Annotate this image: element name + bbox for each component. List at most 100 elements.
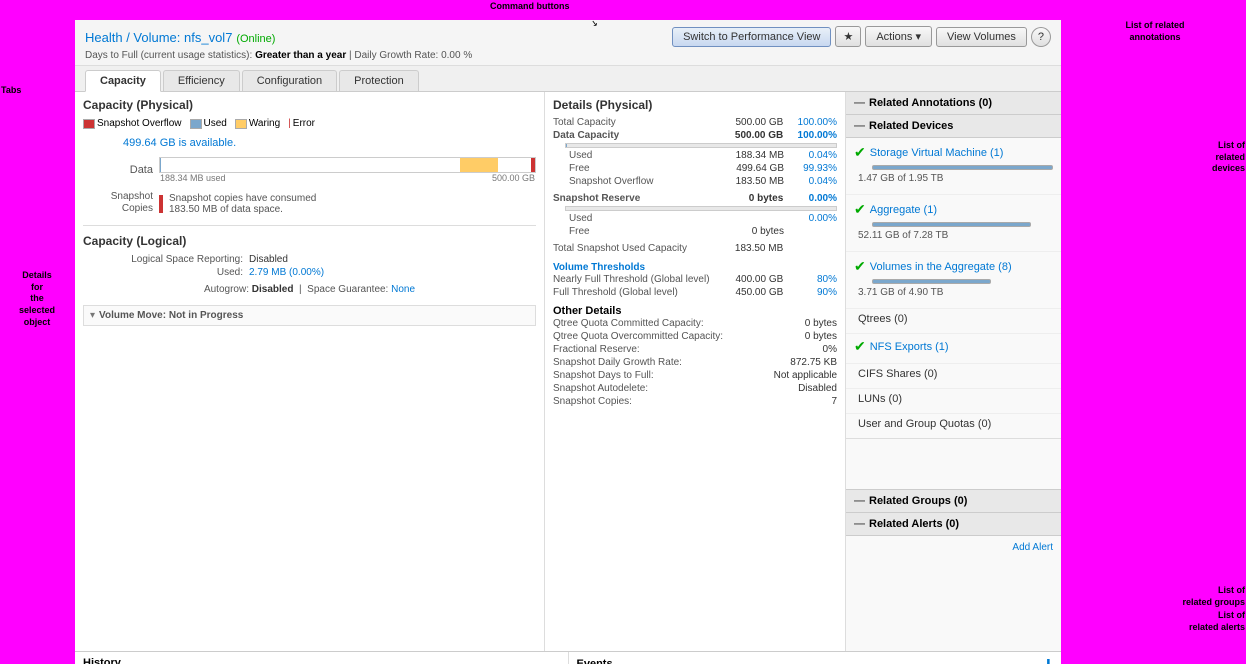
- user-group-quotas-item: User and Group Quotas (0): [854, 418, 1053, 430]
- related-groups-header: — Related Groups (0): [846, 489, 1061, 513]
- collapse-icon[interactable]: ▾: [90, 310, 95, 321]
- volume-thresholds-link[interactable]: Volume Thresholds: [553, 262, 645, 273]
- annotations-collapse-icon[interactable]: —: [854, 97, 865, 109]
- capacity-legend: Snapshot Overflow Used Waring | Error: [83, 118, 536, 129]
- switch-performance-btn[interactable]: Switch to Performance View: [672, 27, 831, 47]
- qtree-committed-row: Qtree Quota Committed Capacity: 0 bytes: [553, 317, 837, 330]
- available-text: 499.64 GB is available.: [123, 137, 536, 149]
- volumes-aggregate-item: ✔ Volumes in the Aggregate (8): [854, 258, 1053, 275]
- snapshot-reserve-row: Snapshot Reserve 0 bytes 0.00%: [553, 192, 837, 205]
- cifs-shares-item: CIFS Shares (0): [854, 368, 1053, 380]
- other-details-title: Other Details: [553, 305, 837, 317]
- capacity-physical-section: Capacity (Physical) Snapshot Overflow Us…: [83, 98, 536, 215]
- storage-vm-check-icon: ✔: [854, 144, 866, 161]
- full-threshold-row: Full Threshold (Global level) 450.00 GB …: [553, 286, 837, 299]
- tab-capacity[interactable]: Capacity: [85, 70, 161, 92]
- add-alert-section: Add Alert: [846, 536, 1061, 544]
- nfs-exports-check-icon: ✔: [854, 338, 866, 355]
- storage-vm-section: ✔ Storage Virtual Machine (1) 1.47 GB of…: [846, 138, 1061, 195]
- storage-vm-progress-bar: [872, 165, 1053, 170]
- groups-collapse-icon[interactable]: —: [854, 495, 865, 507]
- days-to-full: Days to Full (current usage statistics):…: [85, 50, 1051, 61]
- data-capacity-row: Data Capacity 500.00 GB 100.00%: [553, 129, 837, 142]
- details-physical-title: Details (Physical): [553, 98, 837, 112]
- history-title: History: [83, 657, 560, 664]
- bottom-section: History Show: Volume Capacity Used 1w 1m…: [75, 651, 1061, 664]
- logical-space-reporting-row: Logical Space Reporting: Disabled: [83, 254, 536, 265]
- nfs-exports-section: ✔ NFS Exports (1): [846, 334, 1061, 364]
- nfs-exports-item: ✔ NFS Exports (1): [854, 338, 1053, 355]
- user-group-quotas-section: User and Group Quotas (0): [846, 414, 1061, 439]
- space-guarantee-link[interactable]: None: [391, 284, 415, 295]
- favorite-btn[interactable]: ★: [835, 26, 861, 47]
- volumes-aggregate-progress-bar: [872, 279, 991, 284]
- help-btn[interactable]: ?: [1031, 27, 1051, 47]
- nearly-full-row: Nearly Full Threshold (Global level) 400…: [553, 273, 837, 286]
- snapshot-row: SnapshotCopies Snapshot copies have cons…: [83, 191, 536, 215]
- alerts-collapse-icon[interactable]: —: [854, 518, 865, 530]
- storage-vm-link[interactable]: Storage Virtual Machine (1): [870, 147, 1004, 159]
- volumes-aggregate-link[interactable]: Volumes in the Aggregate (8): [870, 261, 1012, 273]
- luns-item: LUNs (0): [854, 393, 1053, 405]
- related-devices-header: — Related Devices: [846, 115, 1061, 138]
- devices-collapse-icon[interactable]: —: [854, 120, 865, 132]
- add-alert-link[interactable]: Add Alert: [1012, 542, 1053, 553]
- aggregate-link[interactable]: Aggregate (1): [870, 204, 937, 216]
- tab-configuration[interactable]: Configuration: [242, 70, 337, 91]
- snapshot-days-row: Snapshot Days to Full: Not applicable: [553, 369, 837, 382]
- view-volumes-btn[interactable]: View Volumes: [936, 27, 1027, 47]
- data-bar: [159, 157, 536, 173]
- capacity-physical-title: Capacity (Physical): [83, 98, 536, 112]
- history-panel: History Show: Volume Capacity Used 1w 1m…: [75, 652, 569, 664]
- storage-vm-usage: 1.47 GB of 1.95 TB: [858, 173, 1053, 184]
- volumes-aggregate-section: ✔ Volumes in the Aggregate (8) 3.71 GB o…: [846, 252, 1061, 309]
- details-physical-section: Details (Physical) Total Capacity 500.00…: [553, 98, 837, 408]
- legend-warning: Waring: [235, 118, 280, 129]
- used-row: Used 188.34 MB 0.04%: [553, 149, 837, 162]
- snapshot-overflow-row: Snapshot Overflow 183.50 MB 0.04%: [553, 175, 837, 188]
- actions-btn[interactable]: Actions ▾: [865, 26, 932, 47]
- command-buttons: Switch to Performance View ★ Actions ▾ V…: [672, 26, 1051, 47]
- aggregate-section: ✔ Aggregate (1) 52.11 GB of 7.28 TB: [846, 195, 1061, 252]
- bar-labels: 188.34 MB used 500.00 GB: [159, 173, 536, 183]
- volumes-aggregate-usage: 3.71 GB of 4.90 TB: [858, 287, 1053, 298]
- luns-section: LUNs (0): [846, 389, 1061, 414]
- snapshot-used-row: Used 0.00%: [553, 212, 837, 225]
- page-title: Health / Volume: nfs_vol7 (Online): [85, 29, 275, 45]
- related-annotations-header: — Related Annotations (0): [846, 92, 1061, 115]
- data-bar-row: Data 188.34 MB used 500.00 GB: [83, 157, 536, 183]
- sidebar: — Related Annotations (0) — Related Devi…: [846, 92, 1061, 651]
- snapshot-copies-detail-row: Snapshot Copies: 7: [553, 395, 837, 408]
- autogrow-row: Autogrow: Disabled | Space Guarantee: No…: [83, 284, 536, 295]
- right-panel: Details (Physical) Total Capacity 500.00…: [545, 92, 846, 651]
- capacity-logical-section: Capacity (Logical) Logical Space Reporti…: [83, 234, 536, 295]
- volume-move: ▾ Volume Move: Not in Progress: [83, 305, 536, 326]
- events-filter-icon[interactable]: ⬇: [1044, 657, 1053, 664]
- page-header: Health / Volume: nfs_vol7 (Online) Switc…: [75, 20, 1061, 66]
- snapshot-autodelete-row: Snapshot Autodelete: Disabled: [553, 382, 837, 395]
- snapshot-label: SnapshotCopies: [83, 191, 153, 215]
- related-alerts-header: — Related Alerts (0): [846, 513, 1061, 536]
- legend-error: | Error: [288, 118, 315, 129]
- cifs-shares-section: CIFS Shares (0): [846, 364, 1061, 389]
- aggregate-check-icon: ✔: [854, 201, 866, 218]
- snapshot-daily-row: Snapshot Daily Growth Rate: 872.75 KB: [553, 356, 837, 369]
- aggregate-usage: 52.11 GB of 7.28 TB: [858, 230, 1053, 241]
- fractional-reserve-row: Fractional Reserve: 0%: [553, 343, 837, 356]
- snapshot-free-row: Free 0 bytes: [553, 225, 837, 238]
- events-panel: Events ⬇ Event ▼ Triggered Time: [569, 652, 1062, 664]
- data-bar-label: Data: [83, 164, 153, 176]
- snapshot-info: Snapshot copies have consumed 183.50 MB …: [169, 193, 316, 215]
- qtrees-section: Qtrees (0): [846, 309, 1061, 334]
- tab-efficiency[interactable]: Efficiency: [163, 70, 240, 91]
- left-panel: Capacity (Physical) Snapshot Overflow Us…: [75, 92, 545, 651]
- free-row: Free 499.64 GB 99.93%: [553, 162, 837, 175]
- aggregate-progress-bar: [872, 222, 1031, 227]
- qtree-overcommitted-row: Qtree Quota Overcommitted Capacity: 0 by…: [553, 330, 837, 343]
- legend-snapshot-overflow: Snapshot Overflow: [83, 118, 182, 129]
- nfs-exports-link[interactable]: NFS Exports (1): [870, 341, 949, 353]
- events-header: Events ⬇: [577, 657, 1054, 664]
- logical-used-row: Used: 2.79 MB (0.00%): [83, 267, 536, 278]
- tab-protection[interactable]: Protection: [339, 70, 419, 91]
- tab-bar: Capacity Efficiency Configuration Protec…: [75, 66, 1061, 92]
